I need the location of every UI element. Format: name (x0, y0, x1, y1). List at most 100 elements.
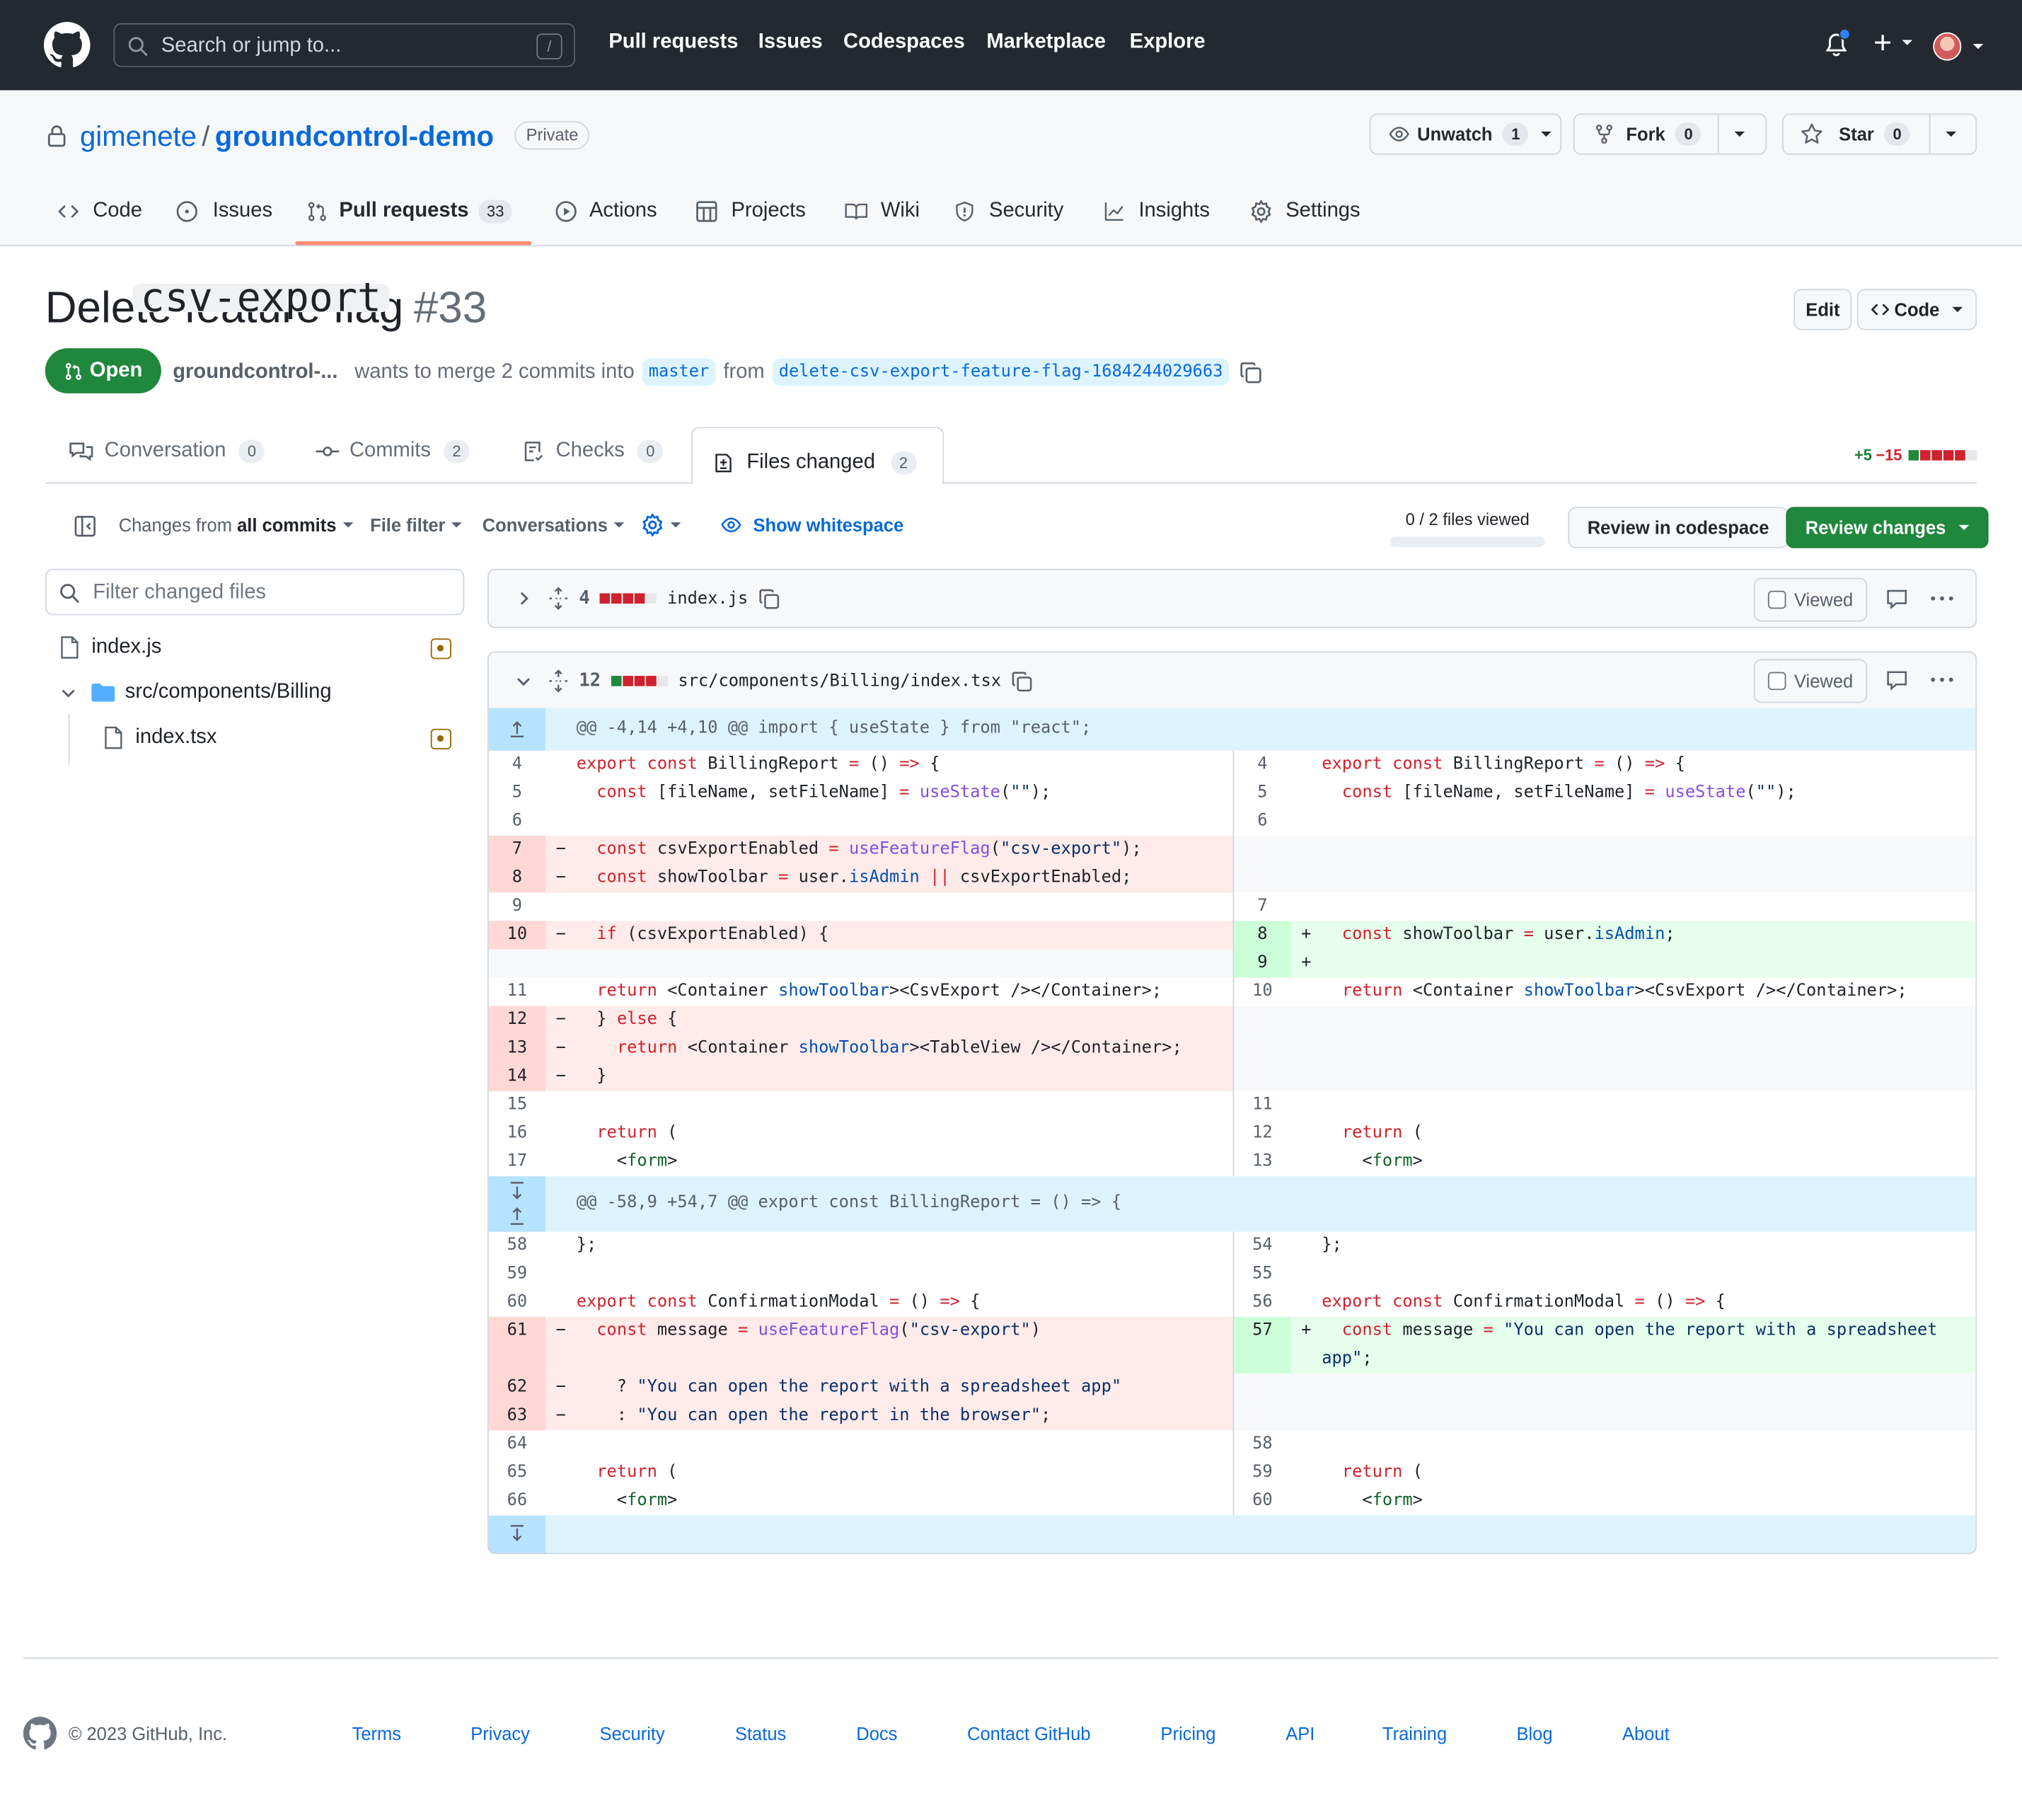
viewed-checkbox[interactable]: Viewed (1754, 577, 1868, 622)
notification-indicator (1839, 28, 1851, 40)
tab-commits[interactable]: Commits 2 (316, 439, 470, 463)
star-dropdown-button[interactable] (1929, 115, 1972, 154)
github-logo-icon[interactable] (43, 21, 91, 69)
footer-link-status[interactable]: Status (735, 1723, 786, 1744)
footer-link-api[interactable]: API (1286, 1723, 1315, 1744)
fork-dropdown-button[interactable] (1717, 115, 1760, 154)
copy-icon[interactable] (758, 587, 780, 609)
expand-down-button[interactable] (488, 1515, 546, 1553)
diff-row: 6 6 (489, 807, 1976, 836)
tab-security[interactable]: Security (954, 196, 1064, 227)
github-logo-icon[interactable] (23, 1717, 57, 1750)
code-icon (58, 205, 79, 218)
repo-name-link[interactable]: groundcontrol-demo (215, 120, 494, 153)
diff-row: 64 58 (489, 1430, 1976, 1459)
tab-conversation[interactable]: Conversation 0 (69, 439, 265, 463)
hunk-text: @@ -58,9 +54,7 @@ export const BillingRe… (576, 1192, 1122, 1213)
head-branch[interactable]: delete-csv-export-feature-flag-168424402… (772, 358, 1230, 386)
code-label: Code (1894, 299, 1940, 321)
nav-codespaces[interactable]: Codespaces (843, 31, 965, 54)
footer-link-training[interactable]: Training (1382, 1723, 1447, 1744)
review-changes-button[interactable]: Review changes (1786, 507, 1989, 548)
tab-projects[interactable]: Projects (695, 196, 806, 227)
file-filter-dropdown[interactable]: File filter (370, 514, 463, 535)
review-in-codespace-button[interactable]: Review in codespace (1568, 507, 1789, 548)
toggle-file-tree-button[interactable] (74, 514, 97, 538)
diff-settings-button[interactable] (641, 513, 681, 537)
chevron-down-icon (342, 522, 354, 528)
footer-link-pricing[interactable]: Pricing (1160, 1723, 1215, 1744)
changes-from-dropdown[interactable]: Changes from all commits (119, 514, 354, 535)
unfold-icon[interactable] (548, 587, 569, 610)
tab-label: Pull requests (339, 200, 469, 222)
file-path[interactable]: index.js (667, 589, 748, 608)
expand-both-button[interactable] (488, 1176, 546, 1232)
tab-count: 0 (637, 439, 664, 463)
footer-divider (23, 1657, 1999, 1659)
copy-icon[interactable] (1240, 360, 1263, 384)
filter-placeholder: Filter changed files (93, 582, 267, 604)
base-branch[interactable]: master (642, 358, 716, 386)
footer-link-blog[interactable]: Blog (1516, 1723, 1552, 1744)
footer-link-docs[interactable]: Docs (856, 1723, 897, 1744)
nav-issues[interactable]: Issues (758, 31, 823, 54)
tab-actions[interactable]: Actions (555, 196, 657, 227)
pr-author[interactable]: groundcontrol-... (173, 360, 337, 384)
checkbox-icon (1768, 672, 1787, 691)
filter-files-input[interactable]: Filter changed files (45, 568, 465, 616)
footer-link-security[interactable]: Security (600, 1723, 665, 1744)
tab-label: Actions (589, 200, 657, 222)
nav-explore[interactable]: Explore (1130, 31, 1206, 54)
tab-wiki[interactable]: Wiki (843, 196, 920, 227)
tab-settings[interactable]: Settings (1249, 196, 1360, 227)
footer-link-privacy[interactable]: Privacy (470, 1723, 530, 1744)
global-search-input[interactable]: Search or jump to... / (113, 23, 575, 67)
viewed-checkbox[interactable]: Viewed (1754, 659, 1868, 703)
tab-pull-requests[interactable]: Pull requests 33 (307, 196, 512, 227)
tree-file-index-js[interactable]: index.js (59, 636, 161, 660)
unfold-icon[interactable] (548, 669, 569, 693)
code-dropdown-button[interactable]: Code (1856, 289, 1977, 330)
tab-label: Security (989, 200, 1064, 222)
expand-up-button[interactable] (488, 708, 546, 751)
tab-label: Wiki (880, 200, 920, 222)
issue-icon (176, 201, 197, 222)
file-path[interactable]: src/components/Billing/index.tsx (678, 672, 1001, 691)
edit-button[interactable]: Edit (1793, 289, 1852, 330)
nav-marketplace[interactable]: Marketplace (986, 31, 1106, 54)
nav-pull-requests[interactable]: Pull requests (608, 31, 738, 54)
comment-icon[interactable] (1885, 669, 1909, 691)
hunk-header: @@ -4,14 +4,10 @@ import { useState } fr… (488, 708, 1976, 751)
tab-files-changed[interactable]: Files changed 2 (691, 427, 944, 485)
chevron-down-icon[interactable] (514, 672, 533, 691)
chevron-down-icon (1952, 306, 1963, 313)
tab-code[interactable]: Code (57, 196, 142, 227)
footer-link-contact[interactable]: Contact GitHub (967, 1723, 1090, 1744)
from-text: from (723, 360, 765, 383)
tree-file-index-tsx[interactable]: index.tsx (103, 726, 216, 749)
comment-icon[interactable] (1885, 588, 1909, 610)
fork-button[interactable]: Fork 0 (1575, 115, 1718, 154)
star-button[interactable]: Star 0 (1784, 115, 1929, 154)
unwatch-button[interactable]: Unwatch 1 (1371, 115, 1565, 154)
footer-link-terms[interactable]: Terms (352, 1723, 401, 1744)
tab-checks[interactable]: Checks 0 (522, 439, 664, 463)
footer-link-about[interactable]: About (1622, 1723, 1670, 1744)
kebab-icon[interactable] (1929, 589, 1955, 608)
viewed-label: Viewed (1793, 670, 1854, 691)
repo-owner-link[interactable]: gimenete (80, 120, 197, 153)
tab-insights[interactable]: Insights (1102, 196, 1210, 227)
tab-label: Issues (212, 200, 273, 222)
plus-icon (1875, 35, 1891, 51)
file-diffstat (611, 676, 668, 686)
conversations-dropdown[interactable]: Conversations (483, 514, 625, 535)
tab-issues[interactable]: Issues (175, 196, 272, 227)
kebab-icon[interactable] (1929, 671, 1955, 689)
chevron-right-icon[interactable] (514, 589, 533, 608)
show-whitespace-button[interactable]: Show whitespace (720, 514, 903, 535)
copy-icon[interactable] (1012, 670, 1034, 692)
tree-folder-billing[interactable]: src/components/Billing (59, 681, 332, 704)
pr-title: Delete csv-export feature flag#33 (45, 278, 487, 334)
avatar[interactable] (1933, 32, 1962, 61)
create-new-button[interactable] (1873, 33, 1913, 53)
